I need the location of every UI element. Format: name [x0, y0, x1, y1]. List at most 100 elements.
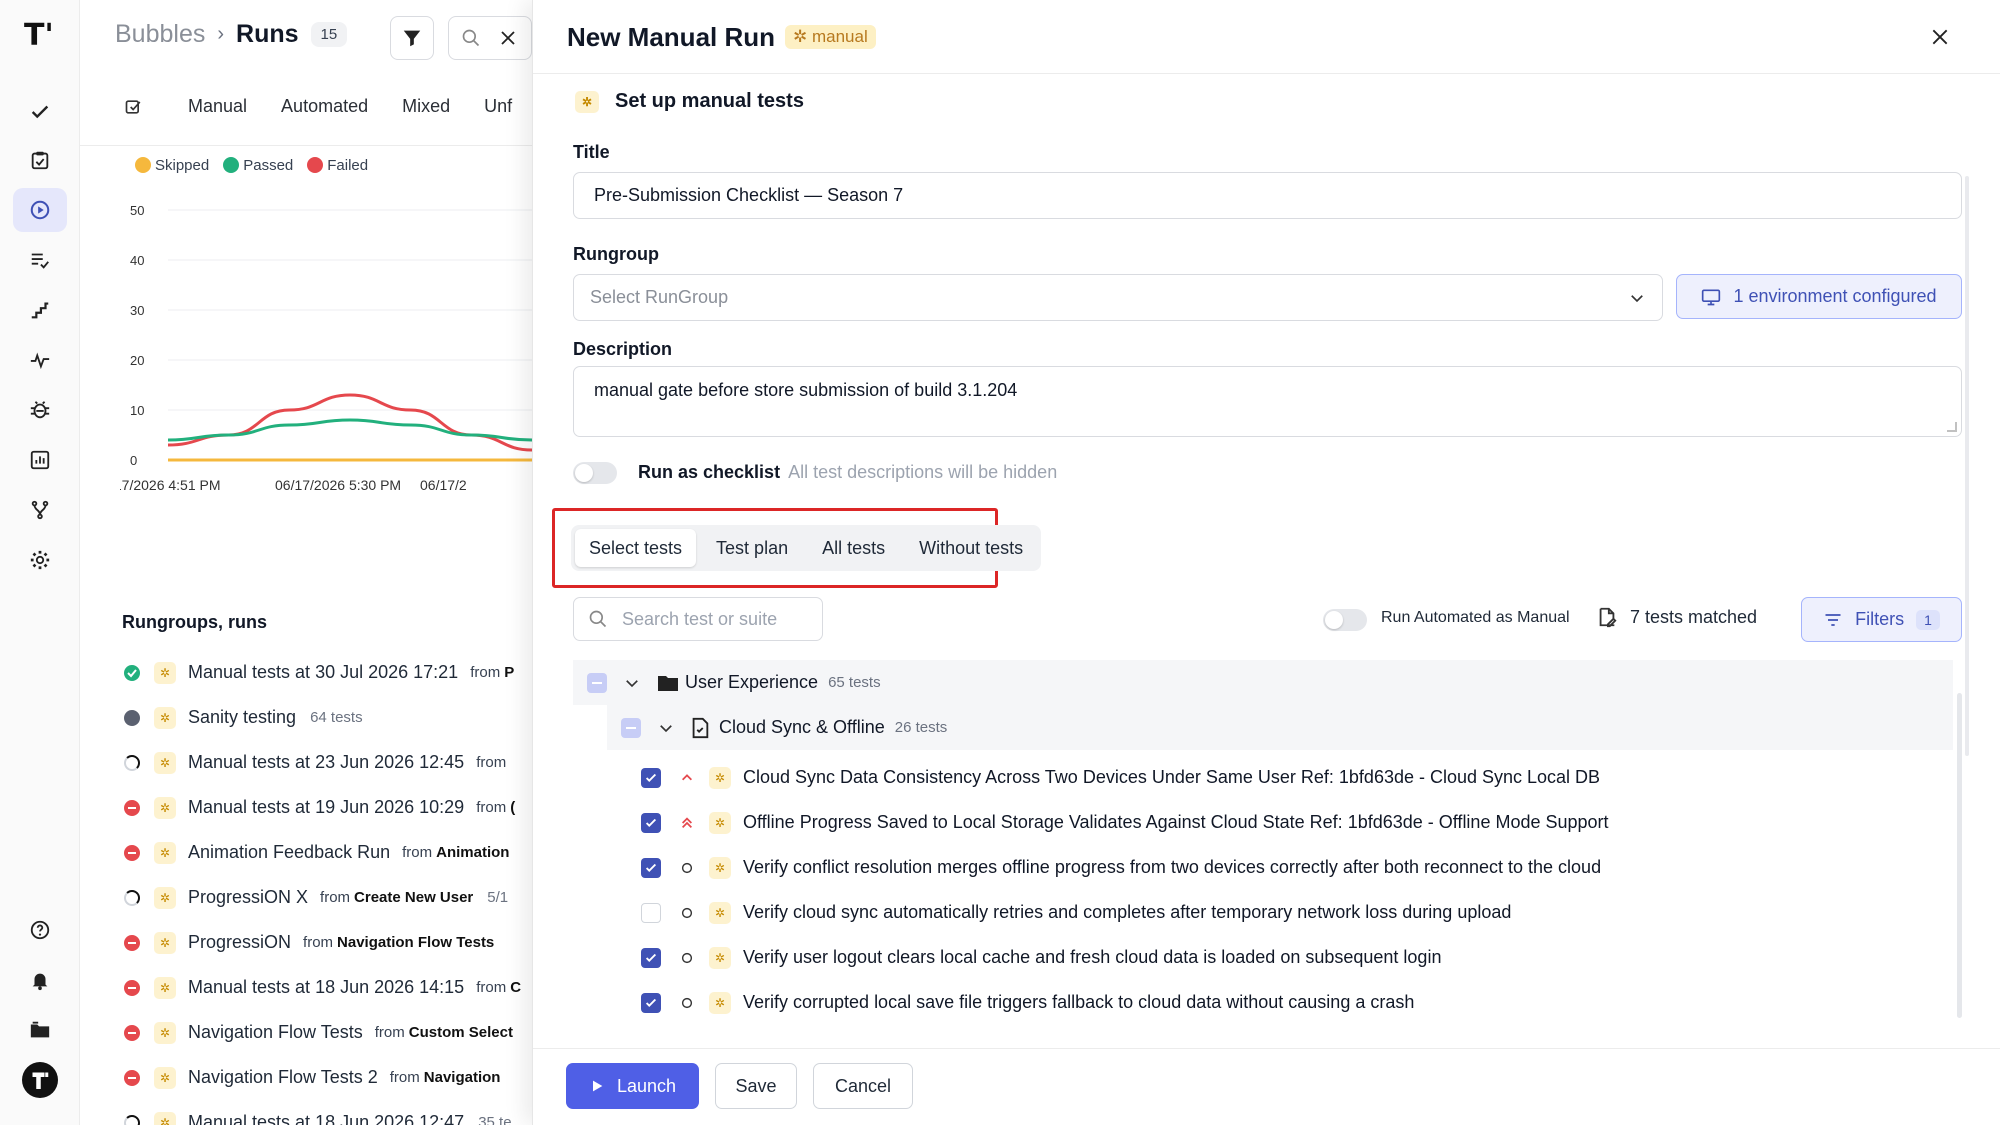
filter-button[interactable] [390, 16, 434, 60]
run-source-name: Navigation [423, 1069, 501, 1086]
test-row[interactable]: ✲ Verify conflict resolution merges offli… [641, 845, 1953, 890]
tests-matched: 7 tests matched [1596, 606, 1757, 628]
segment-test-plan[interactable]: Test plan [702, 529, 802, 567]
suite-partial-checkbox[interactable] [621, 717, 641, 738]
run-row[interactable]: ✲ Navigation Flow Tests 2 from Navigation [124, 1055, 532, 1100]
drawer-scrollbar[interactable] [1965, 176, 1969, 756]
test-checkbox[interactable] [641, 902, 661, 923]
run-row[interactable]: ✲ Manual tests at 19 Jun 2026 10:29 from( [124, 785, 532, 830]
chevron-down-icon[interactable] [657, 719, 675, 737]
segment-select-tests[interactable]: Select tests [575, 529, 697, 567]
checkmark-icon [645, 953, 657, 962]
series-line-failed [167, 393, 532, 452]
resize-handle[interactable] [1947, 422, 1957, 432]
app-logo[interactable]: T' [24, 18, 58, 53]
run-automated-as-manual-toggle[interactable] [1323, 609, 1367, 631]
run-row[interactable]: ✲ Animation Feedback Run from Animation [124, 830, 532, 875]
legend-skipped[interactable]: Skipped [135, 157, 209, 174]
tab-mixed[interactable]: Mixed [402, 96, 450, 117]
run-name: Sanity testing [188, 707, 297, 727]
cancel-button[interactable]: Cancel [813, 1063, 913, 1109]
test-checkbox[interactable] [641, 992, 661, 1013]
passed-status-icon [124, 664, 140, 681]
nav-plans[interactable] [0, 238, 80, 282]
test-row[interactable]: ✲ Verify corrupted local save file trigge… [641, 980, 1953, 1025]
run-name: Animation Feedback Run [188, 842, 391, 862]
breadcrumb-project[interactable]: Bubbles [115, 20, 205, 49]
title-input[interactable]: Pre-Submission Checklist — Season 7 [573, 172, 1962, 219]
run-row[interactable]: ✲ ProgressiON from Navigation Flow Tests [124, 920, 532, 965]
run-row[interactable]: ✲ Navigation Flow Tests from Custom Select [124, 1010, 532, 1055]
tab-unfinished[interactable]: Unf [484, 96, 512, 117]
environment-button[interactable]: 1 environment configured [1676, 274, 1962, 319]
test-name: Offline Progress Saved to Local Storage … [743, 812, 1609, 832]
run-row[interactable]: ✲ Manual tests at 18 Jun 2026 14:15 from C [124, 965, 532, 1010]
run-meta: 5/1 [487, 889, 509, 906]
run-row[interactable]: ✲ Manual tests at 18 Jun 2026 12:47 35 te [124, 1100, 532, 1125]
legend-failed[interactable]: Failed [307, 157, 368, 174]
tree-scrollbar[interactable] [1957, 693, 1962, 1018]
nav-check[interactable] [0, 90, 80, 134]
test-row[interactable]: ✲ Verify cloud sync automatically retries… [641, 890, 1953, 935]
manual-run-icon: ✲ [154, 1111, 176, 1125]
test-row[interactable]: ✲ Offline Progress Saved to Local Storage… [641, 800, 1953, 845]
folder-row[interactable]: User Experience 65 tests [573, 660, 1953, 705]
run-source: from P [470, 664, 514, 681]
rungroup-select[interactable]: Select RunGroup [573, 274, 1663, 321]
segment-without-tests[interactable]: Without tests [905, 529, 1037, 567]
test-checkbox[interactable] [641, 947, 661, 968]
nav-defects[interactable] [0, 388, 80, 432]
run-row[interactable]: ✲ Manual tests at 23 Jun 2026 12:45 from [124, 740, 532, 785]
search-toggle[interactable] [448, 16, 532, 60]
nav-account[interactable] [0, 1058, 80, 1102]
run-source-label: from [303, 934, 334, 951]
nav-branches[interactable] [0, 488, 80, 532]
rungroup-label: Rungroup [573, 244, 659, 264]
nav-help[interactable] [0, 908, 80, 952]
run-row[interactable]: ✲ Manual tests at 30 Jul 2026 17:21 from P [124, 650, 532, 695]
test-row[interactable]: ✲ Cloud Sync Data Consistency Across Two … [641, 755, 1953, 800]
run-name: Manual tests at 19 Jun 2026 10:29 [188, 797, 465, 817]
run-source-label: from [470, 664, 501, 681]
run-name: ProgressiON X [188, 887, 309, 907]
test-checkbox[interactable] [641, 812, 661, 833]
run-source-label: from [476, 799, 507, 816]
run-meta: 35 te [478, 1114, 512, 1125]
tab-manual[interactable]: Manual [188, 96, 247, 117]
close-drawer-button[interactable] [1925, 22, 1955, 52]
description-textarea[interactable]: manual gate before store submission of b… [573, 366, 1962, 437]
series-line-passed [167, 418, 532, 442]
folder-partial-checkbox[interactable] [587, 672, 607, 693]
launch-button[interactable]: Launch [566, 1063, 699, 1109]
y-tick-label: 20 [130, 353, 144, 368]
suite-row[interactable]: Cloud Sync & Offline 26 tests [607, 705, 1953, 750]
run-row[interactable]: ✲ Sanity testing 64 tests [124, 695, 532, 740]
select-all-icon[interactable] [124, 97, 144, 117]
run-row[interactable]: ✲ ProgressiON X from Create New User 5/1 [124, 875, 532, 920]
nav-analytics[interactable] [0, 438, 80, 482]
nav-settings[interactable] [0, 538, 80, 582]
legend-passed[interactable]: Passed [223, 157, 293, 174]
test-search-input[interactable] [622, 608, 802, 630]
bar-chart-icon [30, 450, 50, 470]
test-row[interactable]: ✲ Verify user logout clears local cache a… [641, 935, 1953, 980]
nav-steps[interactable] [0, 288, 80, 332]
run-source: from( [476, 799, 515, 816]
nav-notifications[interactable] [0, 958, 80, 1002]
segment-all-tests[interactable]: All tests [808, 529, 899, 567]
nav-projects[interactable] [0, 1008, 80, 1052]
chevron-down-icon[interactable] [623, 674, 641, 692]
priority-high-icon [682, 773, 692, 780]
nav-clipboard[interactable] [0, 138, 80, 182]
nav-pulse[interactable] [0, 338, 80, 382]
run-as-checklist-toggle[interactable] [573, 462, 617, 484]
close-icon[interactable] [499, 29, 517, 47]
test-checkbox[interactable] [641, 857, 661, 878]
nav-runs[interactable] [0, 188, 80, 232]
save-button[interactable]: Save [715, 1063, 797, 1109]
tab-automated[interactable]: Automated [281, 96, 368, 117]
filters-button[interactable]: Filters 1 [1801, 597, 1962, 642]
test-checkbox[interactable] [641, 767, 661, 788]
manual-test-icon: ✲ [709, 901, 731, 924]
y-tick-label: 30 [130, 303, 144, 318]
